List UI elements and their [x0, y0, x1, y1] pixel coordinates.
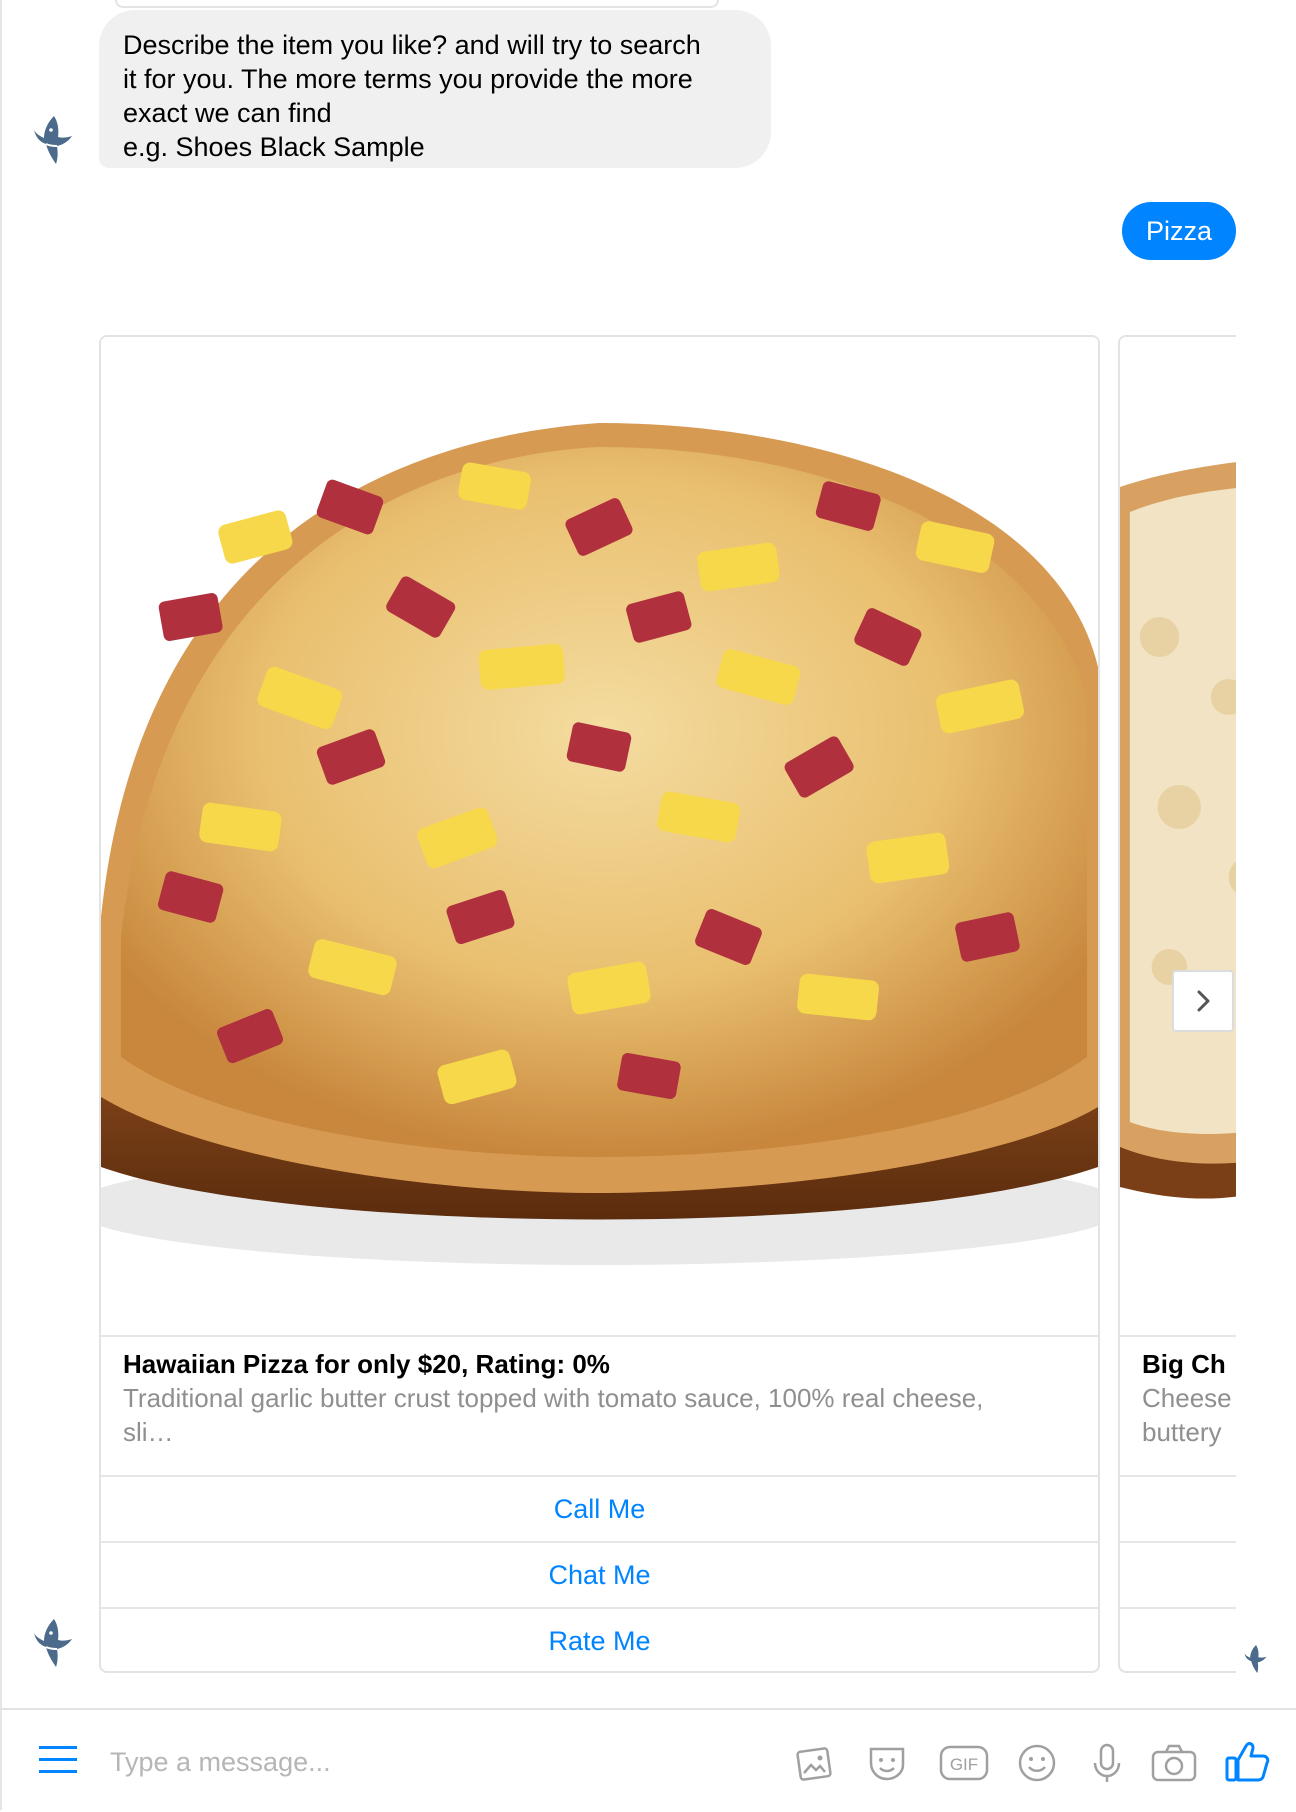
chat-me-button[interactable]: Chat Me — [101, 1543, 1098, 1609]
pizza-photo[interactable] — [101, 337, 1098, 1335]
bot-message-line: Describe the item you like? and will try… — [123, 30, 701, 60]
bot-avatar-shark-icon — [30, 1615, 78, 1671]
bot-message-line: it for you. The more terms you provide t… — [123, 64, 693, 94]
message-composer: GIF — [2, 1708, 1296, 1812]
product-card[interactable]: Hawaiian Pizza for only $20, Rating: 0% … — [99, 335, 1100, 1673]
card-subtitle: Traditional garlic butter crust topped w… — [123, 1383, 984, 1413]
window-edge — [0, 0, 2, 1810]
message-input[interactable] — [108, 1736, 752, 1788]
microphone-icon[interactable] — [1085, 1741, 1129, 1785]
user-message-bubble: Pizza — [1122, 202, 1236, 260]
card-details: Hawaiian Pizza for only $20, Rating: 0% … — [101, 1335, 1098, 1477]
chevron-right-icon[interactable] — [1172, 970, 1234, 1032]
bot-avatar-shark-icon — [30, 112, 78, 168]
carousel-clip — [1236, 320, 1296, 1690]
gif-icon[interactable]: GIF — [939, 1741, 989, 1785]
card-title: Hawaiian Pizza for only $20, Rating: 0% — [123, 1349, 610, 1379]
previous-message-edge — [115, 0, 719, 8]
bot-message-line: exact we can find — [123, 98, 332, 128]
emoji-icon[interactable] — [1015, 1741, 1059, 1785]
bot-message-line: e.g. Shoes Black Sample — [123, 132, 425, 162]
call-me-button[interactable]: Call Me — [101, 1477, 1098, 1543]
camera-icon[interactable] — [1150, 1741, 1198, 1785]
bot-message-bubble: Describe the item you like? and will try… — [99, 10, 771, 168]
menu-icon[interactable] — [39, 1744, 77, 1776]
gif-label: GIF — [950, 1755, 978, 1774]
rate-me-button[interactable]: Rate Me — [101, 1609, 1098, 1671]
seen-avatar-shark-icon — [1242, 1642, 1270, 1676]
sticker-icon[interactable] — [865, 1741, 909, 1785]
image-icon[interactable] — [792, 1741, 836, 1785]
thumbs-up-icon[interactable] — [1224, 1738, 1270, 1784]
card-subtitle: sli… — [123, 1417, 174, 1447]
